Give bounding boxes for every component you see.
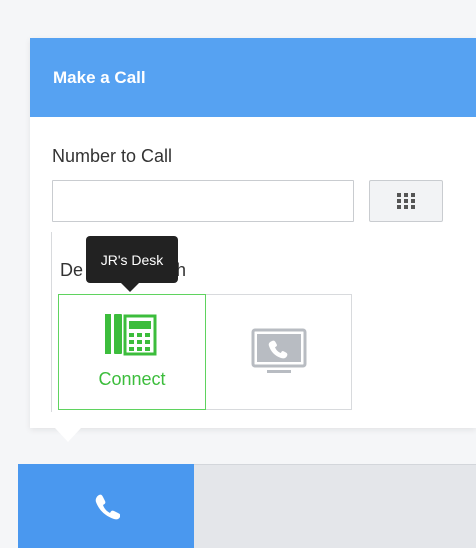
panel-pointer xyxy=(55,428,81,442)
device-option-desk-phone[interactable]: Connect xyxy=(58,294,206,410)
desk-phone-icon xyxy=(105,314,157,356)
device-option-softphone[interactable] xyxy=(206,295,351,409)
page: Make a Call Number to Call Del With xyxy=(0,0,476,548)
panel-header: Make a Call xyxy=(30,38,476,117)
device-options: Connect xyxy=(58,294,352,410)
panel-title: Make a Call xyxy=(53,67,146,87)
connect-label: Connect xyxy=(98,369,166,389)
device-group-divider xyxy=(51,232,52,412)
softphone-monitor-icon xyxy=(251,328,306,373)
device-tooltip: JR's Desk xyxy=(86,236,178,283)
dialpad-icon xyxy=(397,193,415,209)
tooltip-arrow xyxy=(121,283,139,292)
call-tab-button[interactable] xyxy=(18,464,194,548)
dialpad-button[interactable] xyxy=(369,180,443,222)
phone-icon xyxy=(95,494,120,520)
number-to-call-label: Number to Call xyxy=(52,146,173,166)
number-to-call-input[interactable] xyxy=(52,180,354,222)
make-call-panel: Make a Call Number to Call Del With xyxy=(30,38,476,428)
device-label-start: De xyxy=(60,260,84,280)
